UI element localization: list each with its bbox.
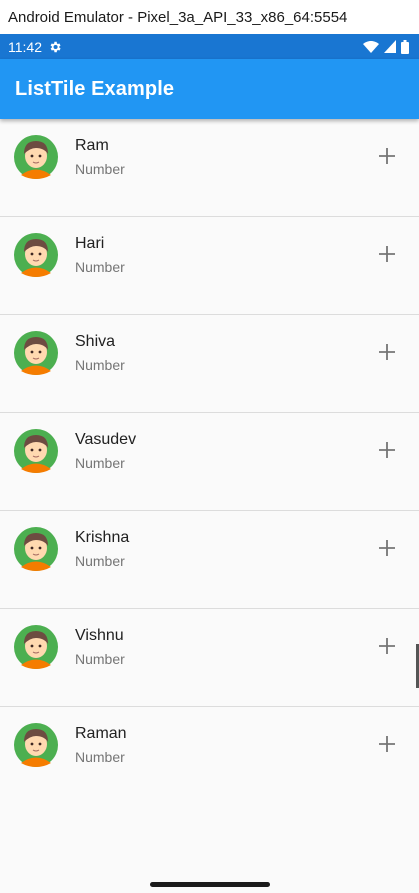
- list-tile[interactable]: Hari Number: [0, 217, 419, 315]
- contact-subtitle: Number: [75, 161, 125, 177]
- list-tile[interactable]: Vasudev Number: [0, 413, 419, 511]
- battery-icon: [401, 39, 409, 54]
- contact-list: Ram Number Hari Number Shiva Number Vasu…: [0, 119, 419, 805]
- add-icon[interactable]: [379, 736, 395, 752]
- contact-name: Vasudev: [75, 431, 137, 448]
- phone-screen: 11:42 ListTile Example Ram Number Hari N…: [0, 34, 419, 893]
- contact-name: Krishna: [75, 529, 130, 546]
- avatar-icon: [14, 625, 58, 669]
- signal-icon: [384, 40, 396, 53]
- settings-gear-icon: [50, 41, 61, 52]
- contact-subtitle: Number: [75, 553, 125, 569]
- list-tile[interactable]: Ram Number: [0, 119, 419, 217]
- add-icon[interactable]: [379, 344, 395, 360]
- list-tile[interactable]: Vishnu Number: [0, 609, 419, 707]
- add-icon[interactable]: [379, 246, 395, 262]
- add-icon[interactable]: [379, 638, 395, 654]
- gesture-nav-handle[interactable]: [150, 882, 270, 887]
- contact-subtitle: Number: [75, 357, 125, 373]
- contact-name: Shiva: [75, 333, 116, 350]
- contact-subtitle: Number: [75, 259, 125, 275]
- list-tile[interactable]: Raman Number: [0, 707, 419, 805]
- add-icon[interactable]: [379, 148, 395, 164]
- emulator-window-title: Android Emulator - Pixel_3a_API_33_x86_6…: [0, 0, 419, 34]
- wifi-icon: [363, 40, 379, 53]
- contact-subtitle: Number: [75, 651, 125, 667]
- app-bar-title: ListTile Example: [15, 77, 175, 100]
- avatar-icon: [14, 723, 58, 767]
- list-tile[interactable]: Krishna Number: [0, 511, 419, 609]
- avatar-icon: [14, 429, 58, 473]
- contact-name: Raman: [75, 725, 127, 742]
- contact-name: Hari: [75, 235, 105, 252]
- contact-name: Vishnu: [75, 627, 124, 644]
- contact-subtitle: Number: [75, 455, 125, 471]
- list-tile[interactable]: Shiva Number: [0, 315, 419, 413]
- add-icon[interactable]: [379, 442, 395, 458]
- contact-subtitle: Number: [75, 749, 125, 765]
- status-time: 11:42: [8, 38, 42, 55]
- app-bar: ListTile Example: [0, 59, 419, 119]
- contact-name: Ram: [75, 137, 109, 154]
- avatar-icon: [14, 135, 58, 179]
- status-bar: 11:42: [0, 34, 419, 59]
- add-icon[interactable]: [379, 540, 395, 556]
- avatar-icon: [14, 233, 58, 277]
- status-icons: [363, 39, 409, 54]
- avatar-icon: [14, 331, 58, 375]
- avatar-icon: [14, 527, 58, 571]
